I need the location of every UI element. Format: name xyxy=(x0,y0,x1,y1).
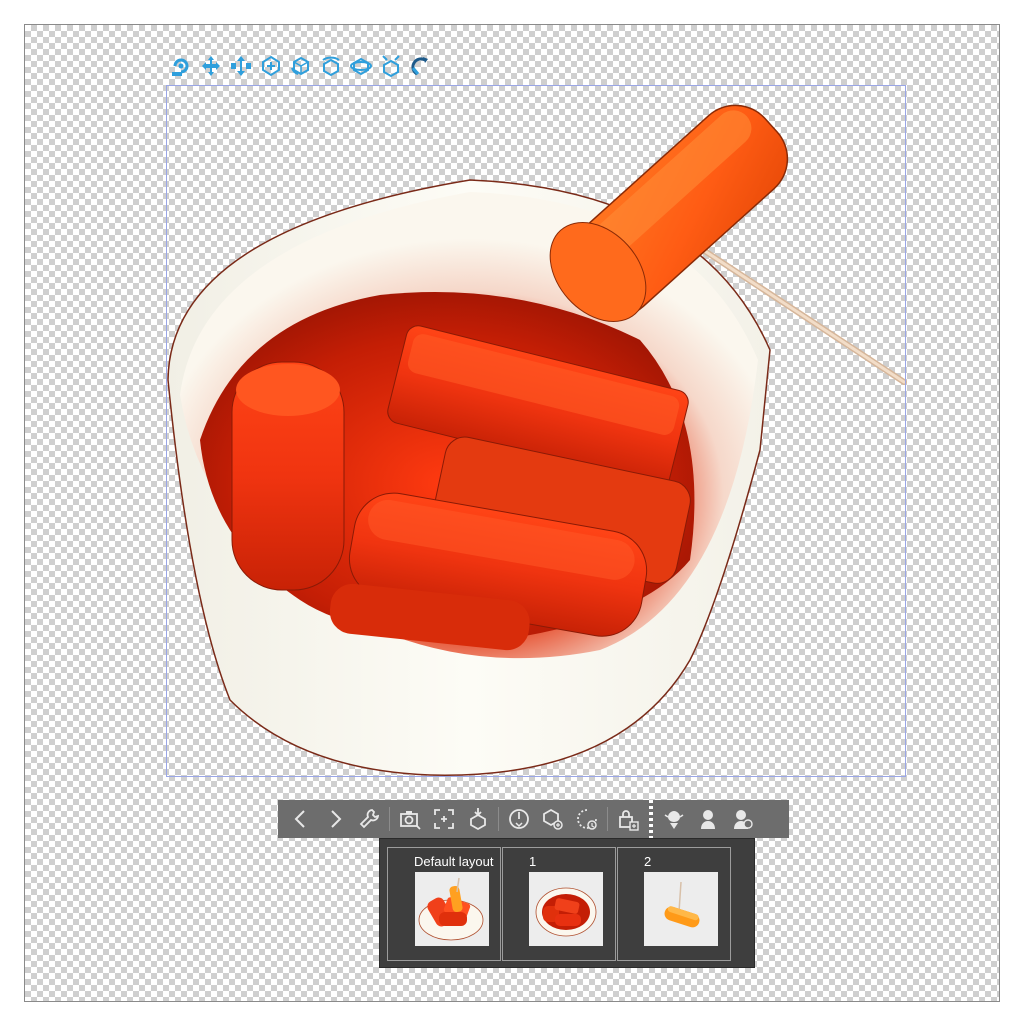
layout-selection-panel: Default layout 1 2 xyxy=(379,838,755,968)
move-on-plane-icon[interactable] xyxy=(258,53,284,79)
layout-thumbnail xyxy=(415,872,489,946)
toolbar-separator xyxy=(389,807,390,831)
move-object-axis-icon[interactable] xyxy=(378,53,404,79)
pose-register-icon[interactable] xyxy=(725,802,759,836)
object-selection-frame xyxy=(166,85,906,777)
snap-to-floor-icon[interactable] xyxy=(408,53,434,79)
object-list-icon[interactable] xyxy=(536,802,570,836)
next-object-icon[interactable] xyxy=(318,802,352,836)
place-on-ground-icon[interactable] xyxy=(461,802,495,836)
pan-camera-icon[interactable] xyxy=(198,53,224,79)
layout-thumbnail xyxy=(644,872,718,946)
camera-angle-icon[interactable] xyxy=(393,802,427,836)
toolbar-separator xyxy=(607,807,608,831)
dolly-camera-icon[interactable] xyxy=(228,53,254,79)
rotate-camera-icon[interactable] xyxy=(168,53,194,79)
object-launcher-toolbar xyxy=(278,800,789,838)
rotate-object-view-icon[interactable] xyxy=(318,53,344,79)
fit-to-canvas-icon[interactable] xyxy=(427,802,461,836)
toolbar-divider xyxy=(649,800,653,838)
full-body-pose-icon[interactable] xyxy=(691,802,725,836)
layout-card-default[interactable]: Default layout xyxy=(387,847,501,961)
rotate-object-axis-icon[interactable] xyxy=(348,53,374,79)
reset-rotation-icon[interactable] xyxy=(570,802,604,836)
layout-card-1[interactable]: 1 xyxy=(502,847,616,961)
layout-label: 2 xyxy=(644,854,652,869)
lock-add-icon[interactable] xyxy=(611,802,645,836)
object-manipulator-toolbar xyxy=(168,51,434,81)
rotate-object-icon[interactable] xyxy=(288,53,314,79)
layout-thumbnail xyxy=(529,872,603,946)
hand-pose-icon[interactable] xyxy=(657,802,691,836)
object-settings-wrench-icon[interactable] xyxy=(352,802,386,836)
layout-card-2[interactable]: 2 xyxy=(617,847,731,961)
initial-position-icon[interactable] xyxy=(502,802,536,836)
previous-object-icon[interactable] xyxy=(284,802,318,836)
toolbar-separator xyxy=(498,807,499,831)
